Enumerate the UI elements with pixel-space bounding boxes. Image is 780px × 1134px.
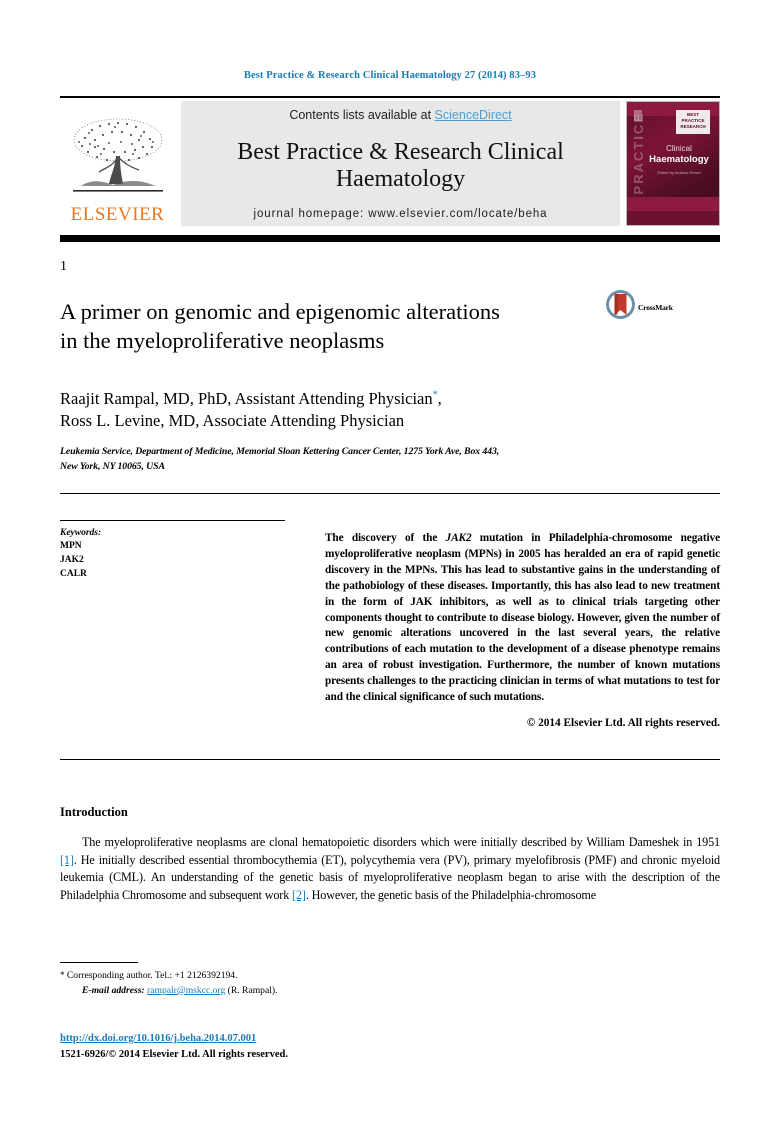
cover-vertical-text: PRACTICE [631, 112, 646, 195]
reference-link-1[interactable]: [1] [60, 853, 74, 867]
footnote-block: * Corresponding author. Tel.: +1 2126392… [60, 962, 720, 999]
crossmark-icon [605, 289, 636, 325]
section-heading-introduction: Introduction [60, 805, 128, 820]
article-number: 1 [60, 259, 67, 274]
abstract-gene-italic: JAK2 [445, 531, 472, 544]
masthead-center-panel: Contents lists available at ScienceDirec… [181, 101, 620, 226]
author-line1-comma: , [437, 388, 442, 408]
contents-lists-line: Contents lists available at ScienceDirec… [289, 108, 511, 122]
reference-link-2[interactable]: [2] [292, 888, 306, 902]
contents-prefix: Contents lists available at [289, 108, 435, 122]
cover-subtitle: Edited by Andrew Renwi [657, 170, 701, 175]
page-footer: http://dx.doi.org/10.1016/j.beha.2014.07… [60, 1028, 288, 1063]
author-line-2: Ross L. Levine, MD, Associate Attending … [60, 410, 405, 430]
abstract-copyright: © 2014 Elsevier Ltd. All rights reserved… [526, 717, 720, 730]
abstract-block: The discovery of the JAK2 mutation in Ph… [325, 520, 720, 730]
keyword-item: MPN [60, 540, 82, 551]
crossmark-badge[interactable]: CrossMark [605, 289, 673, 325]
affiliation-line-2: New York, NY 10065, USA [60, 460, 165, 472]
keywords-block: Keywords: MPN JAK2 CALR [60, 519, 325, 730]
article-title-line2: in the myeloproliferative neoplasms [60, 327, 385, 353]
intro-paragraph: The myeloproliferative neoplasms are clo… [60, 834, 720, 904]
footnote-email-line: E-mail address: rampalr@mskcc.org (R. Ra… [60, 984, 720, 999]
crossmark-label: CrossMark [638, 302, 673, 312]
elsevier-tree-icon [65, 116, 171, 204]
cover-title-large: Haematology [649, 154, 709, 165]
header-divider [60, 492, 720, 494]
author-list: Raajit Rampal, MD, PhD, Assistant Attend… [60, 388, 720, 433]
abstract-divider [60, 759, 720, 761]
footnote-corresponding-text: Corresponding author. Tel.: +1 212639219… [66, 970, 238, 981]
intro-text-a: The myeloproliferative neoplasms are clo… [82, 835, 720, 850]
elsevier-wordmark: ELSEVIER [70, 204, 165, 225]
sciencedirect-link[interactable]: ScienceDirect [435, 108, 512, 122]
author-name-1: Raajit Rampal, MD, PhD, Assistant Attend… [60, 388, 433, 408]
masthead-black-bar [60, 235, 720, 242]
footnote-rule [60, 962, 138, 963]
author-line-1: Raajit Rampal, MD, PhD, Assistant Attend… [60, 388, 720, 410]
email-link[interactable]: rampalr@mskcc.org [147, 985, 225, 996]
article-title: A primer on genomic and epigenomic alter… [60, 298, 605, 356]
journal-masthead: ELSEVIER Contents lists available at Sci… [60, 96, 720, 226]
abstract-text: The discovery of the JAK2 mutation in Ph… [325, 531, 720, 706]
article-header: 1 A primer on genomic and epigenomic alt… [60, 259, 720, 494]
journal-article-page: Best Practice & Research Clinical Haemat… [0, 0, 780, 1134]
article-title-line1: A primer on genomic and epigenomic alter… [60, 299, 500, 325]
abstract-section: Keywords: MPN JAK2 CALR The discovery of… [60, 519, 720, 730]
journal-homepage-line[interactable]: journal homepage: www.elsevier.com/locat… [254, 208, 548, 220]
affiliation-line-1: Leukemia Service, Department of Medicine… [60, 446, 500, 458]
footnote-corresponding-author: * Corresponding author. Tel.: +1 2126392… [60, 969, 720, 984]
intro-text-c: . However, the genetic basis of the Phil… [305, 887, 596, 902]
keyword-item: CALR [60, 569, 87, 580]
journal-title-line1: Best Practice & Research Clinical [237, 139, 564, 166]
journal-cover-thumbnail[interactable]: PRACTICE BEST PRACTICE RESEARCH Clinical… [626, 101, 720, 226]
elsevier-logo: ELSEVIER [60, 101, 175, 226]
article-body: Introduction The myeloproliferative neop… [60, 805, 720, 904]
keywords-heading: Keywords: [60, 527, 102, 538]
running-head: Best Practice & Research Clinical Haemat… [243, 70, 537, 81]
journal-title-line2: Haematology [335, 166, 466, 192]
keywords-rule [60, 519, 285, 521]
footnote-star-marker: * [60, 970, 65, 980]
issn-copyright-line: 1521-6926/© 2014 Elsevier Ltd. All right… [60, 1048, 288, 1060]
abstract-part1: The discovery of the [325, 531, 446, 544]
cover-title-small: Clinical [666, 144, 692, 153]
doi-link[interactable]: http://dx.doi.org/10.1016/j.beha.2014.07… [60, 1033, 256, 1044]
journal-title: Best Practice & Research Clinical Haemat… [237, 139, 564, 193]
keyword-item: JAK2 [60, 554, 84, 565]
footnote-email-attribution: (R. Rampal). [227, 984, 278, 996]
footnote-email-label: E-mail address: [82, 984, 145, 996]
author-affiliation: Leukemia Service, Department of Medicine… [60, 445, 720, 474]
cover-badge: BEST PRACTICE RESEARCH [676, 110, 710, 134]
abstract-part2: mutation in Philadelphia-chromosome nega… [325, 531, 720, 704]
